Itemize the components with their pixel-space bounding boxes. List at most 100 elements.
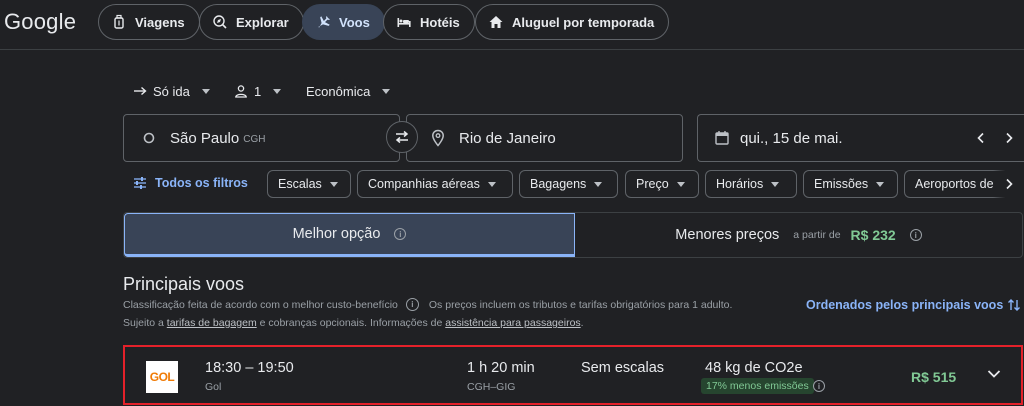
flight-route: CGH–GIG [467, 381, 516, 393]
chevron-down-icon[interactable] [987, 369, 1001, 379]
baggage-text-b: e cobranças opcionais. Informações de [259, 317, 443, 329]
baggage-fees-link[interactable]: tarifas de bagagem [167, 317, 257, 329]
chevron-down-icon [771, 181, 780, 187]
tab-best-label: Melhor opção [292, 226, 381, 242]
airline-logo-text: GOL [149, 370, 175, 384]
passenger-assistance-link[interactable]: assistência para passageiros [445, 317, 580, 329]
filters-scroll-right-button[interactable] [993, 170, 1024, 198]
all-filters-button[interactable]: Todos os filtros [133, 176, 248, 190]
chevron-down-icon [329, 181, 338, 187]
swap-arrows-icon [393, 130, 411, 144]
swap-button[interactable] [386, 121, 418, 153]
tab-best[interactable]: Melhor opção i [124, 213, 575, 257]
departure-date-value: qui., 15 de mai. [740, 129, 843, 147]
filter-preco[interactable]: Preço [625, 170, 699, 198]
nav-chip-voos[interactable]: Voos [302, 4, 385, 40]
filter-label: Escalas [278, 177, 322, 191]
chevron-down-icon [594, 181, 603, 187]
circle-origin-icon [142, 131, 156, 145]
chevron-down-icon [676, 181, 685, 187]
chevron-right-icon [1004, 178, 1014, 190]
filter-label: Bagagens [530, 177, 587, 191]
flight-stops: Sem escalas [581, 360, 665, 376]
departure-date-field[interactable]: qui., 15 de mai. [697, 114, 1024, 162]
nav-chip-viagens[interactable]: Viagens [98, 4, 200, 40]
filter-label: Preço [636, 177, 669, 191]
arrow-right-icon [133, 85, 147, 97]
filter-label: Companhias aéreas [368, 177, 480, 191]
all-filters-label: Todos os filtros [155, 176, 248, 190]
ranking-text: Classificação feita de acordo com o melh… [123, 298, 398, 311]
house-icon [488, 14, 504, 30]
nav-chip-label: Voos [339, 14, 370, 30]
tab-cheapest[interactable]: Menores preços a partir de R$ 232 i [575, 213, 1022, 257]
flight-duration: 1 h 20 min [467, 360, 535, 376]
chevron-down-icon [382, 88, 391, 94]
passengers-value: 1 [254, 83, 262, 99]
cabin-class-value: Econômica [306, 83, 371, 99]
destination-value: Rio de Janeiro [459, 129, 556, 147]
nav-chip-label: Explorar [236, 14, 289, 30]
flight-emissions: 48 kg de CO2e [705, 360, 803, 376]
airline-name: Gol [205, 381, 222, 393]
chevron-down-icon [201, 88, 210, 94]
price-info-text: Os preços incluem os tributos e tarifas … [428, 298, 733, 311]
airline-logo: GOL [146, 361, 178, 393]
tab-cheapest-label: Menores preços [675, 227, 780, 243]
baggage-text-c: . [580, 317, 584, 329]
nav-chip-label: Hotéis [420, 14, 460, 30]
origin-airport-code: CGH [243, 134, 266, 145]
top-navigation-bar: Google Viagens Explorar Voos Hotéis Alug… [0, 0, 1024, 50]
sort-arrows-icon [1007, 297, 1021, 313]
filter-emissoes[interactable]: Emissões [803, 170, 898, 198]
location-pin-icon [431, 129, 445, 147]
bed-icon [396, 14, 412, 30]
chevron-left-icon[interactable] [976, 132, 986, 144]
luggage-icon [111, 14, 127, 30]
sort-by-button[interactable]: Ordenados pelos principais voos [806, 297, 1021, 313]
nav-chip-explorar[interactable]: Explorar [199, 4, 304, 40]
trip-type-select[interactable]: Só ida [133, 82, 210, 100]
baggage-info-line: Sujeito a tarifas de bagagem e cobranças… [123, 317, 584, 329]
filter-companhias[interactable]: Companhias aéreas [357, 170, 513, 198]
info-icon[interactable]: i [405, 298, 419, 311]
from-price-label: a partir de [793, 229, 841, 241]
cabin-class-select[interactable]: Econômica [306, 82, 391, 100]
filter-label: Emissões [814, 177, 869, 191]
ranking-info-line: Classificação feita de acordo com o melh… [123, 298, 732, 311]
passengers-select[interactable]: 1 [234, 82, 282, 100]
flight-times: 18:30 – 19:50 [205, 360, 294, 376]
flight-price: R$ 515 [911, 369, 957, 385]
trip-type-value: Só ida [153, 83, 190, 99]
info-icon[interactable]: i [909, 229, 922, 241]
chevron-down-icon [487, 181, 496, 187]
sort-tabs: Melhor opção i Menores preços a partir d… [123, 212, 1023, 258]
chevron-down-icon [876, 181, 885, 187]
filter-horarios[interactable]: Horários [705, 170, 797, 198]
baggage-text-a: Sujeito a [123, 317, 164, 329]
flight-result-row[interactable]: GOL 18:30 – 19:50 Gol 1 h 20 min CGH–GIG… [123, 345, 1023, 405]
nav-chip-label: Aluguel por temporada [512, 14, 655, 30]
nav-chip-hoteis[interactable]: Hotéis [383, 4, 475, 40]
destination-field[interactable]: Rio de Janeiro [406, 114, 683, 162]
nav-chip-label: Viagens [135, 14, 185, 30]
chevron-down-icon [273, 88, 282, 94]
nav-chip-aluguel[interactable]: Aluguel por temporada [475, 4, 670, 40]
filter-label: Aeroportos de [915, 177, 994, 191]
explore-icon [212, 14, 228, 30]
tune-icon [133, 177, 147, 189]
info-icon[interactable]: i [813, 380, 825, 392]
filter-label: Horários [716, 177, 764, 191]
google-logo[interactable]: Google [4, 9, 76, 35]
from-price-value: R$ 232 [850, 227, 896, 243]
calendar-icon [714, 130, 730, 146]
sort-by-label: Ordenados pelos principais voos [806, 298, 1004, 312]
filter-bagagens[interactable]: Bagagens [519, 170, 618, 198]
section-title: Principais voos [123, 274, 245, 294]
chevron-right-icon[interactable] [1004, 132, 1014, 144]
person-icon [234, 84, 248, 98]
origin-field[interactable]: São Paulo CGH [123, 114, 400, 162]
info-icon[interactable]: i [394, 228, 407, 240]
emissions-badge: 17% menos emissões [701, 378, 814, 394]
filter-escalas[interactable]: Escalas [267, 170, 351, 198]
